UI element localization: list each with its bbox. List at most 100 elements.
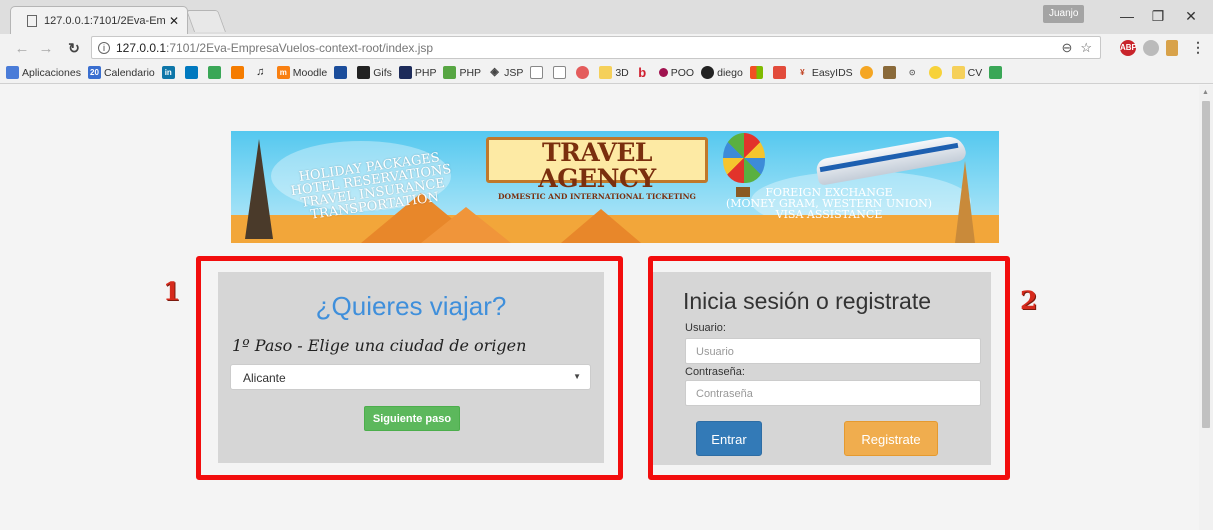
password-input[interactable]: Contraseña [685, 380, 981, 406]
gifs-icon [357, 66, 371, 79]
bookmark-diego[interactable]: diego [701, 66, 743, 79]
apps-icon [6, 66, 19, 79]
bookmark-moodle[interactable]: m Moodle [276, 66, 327, 79]
page-icon [553, 66, 567, 79]
folder-icon [951, 66, 965, 79]
login-title: Inicia sesión o registrate [683, 288, 932, 314]
linkedin-icon: in [161, 66, 175, 79]
bookmark[interactable] [772, 66, 789, 79]
bookmark-php[interactable]: PHP [443, 66, 481, 79]
b-icon: b [635, 66, 649, 79]
eiffel-tower-icon [245, 139, 273, 239]
new-tab-button[interactable] [185, 10, 227, 32]
annotation-number-1: 1 [163, 277, 181, 306]
moodle-icon: m [276, 66, 290, 79]
page-icon [530, 66, 544, 79]
adblock-icon[interactable]: ABP [1120, 40, 1137, 56]
forward-icon[interactable]: → [36, 40, 56, 57]
info-icon[interactable]: i [98, 41, 110, 54]
bookmark[interactable] [334, 66, 350, 79]
php-icon [443, 66, 457, 79]
dropdown-arrow-icon: ▼ [573, 372, 581, 381]
bookmark[interactable]: in [161, 66, 178, 79]
bookmark-calendario[interactable]: 20 Calendario [87, 66, 155, 79]
browser-tab[interactable]: 127.0.0.1:7101/2Eva-Emp ✕ [10, 6, 188, 34]
bookmark[interactable] [184, 66, 201, 79]
address-bar[interactable]: i 127.0.0.1 :7101/2Eva-EmpresaVuelos-con… [91, 36, 1101, 59]
bookmark-gifs[interactable]: Gifs [357, 66, 392, 79]
travel-agency-banner: HOLIDAY PACKAGES HOTEL RESERVATIONS TRAV… [231, 131, 999, 243]
easyids-icon: ¥ [795, 66, 809, 79]
bookmark[interactable] [989, 66, 1005, 79]
star-icon[interactable]: ☆ [1080, 40, 1092, 56]
trello-icon [184, 66, 198, 79]
tab-strip: 127.0.0.1:7101/2Eva-Emp ✕ Juanjo — ❐ ✕ [0, 0, 1213, 34]
menu-icon[interactable]: ⋮ [1190, 40, 1206, 56]
extension-icon[interactable] [1166, 40, 1178, 56]
bookmark-poo[interactable]: POO [658, 67, 694, 79]
bookmark[interactable] [576, 66, 592, 79]
php-icon [398, 66, 412, 79]
site-icon [701, 66, 715, 79]
back-icon[interactable]: ← [12, 40, 32, 57]
bookmark[interactable] [207, 66, 224, 79]
close-tab-icon[interactable]: ✕ [169, 14, 179, 28]
bookmark[interactable]: ♫ [253, 66, 270, 79]
close-window-icon[interactable]: ✕ [1176, 8, 1206, 25]
slides-icon [230, 66, 244, 79]
microsoft-icon [749, 66, 763, 79]
jsp-icon: ◈ [488, 66, 502, 79]
scroll-up-icon[interactable]: ▲ [1202, 89, 1209, 96]
reload-icon[interactable]: ↻ [64, 40, 84, 57]
register-button[interactable]: Registrate [844, 421, 938, 456]
restore-icon[interactable]: ❐ [1143, 8, 1173, 25]
bookmark-apps[interactable]: Aplicaciones [6, 66, 81, 79]
bookmark-php[interactable]: PHP [398, 66, 436, 79]
drive-icon [207, 66, 221, 79]
bookmark[interactable] [859, 66, 876, 79]
step-label: 1º Paso - Elige una ciudad de origen [232, 336, 527, 355]
bookmark[interactable] [928, 66, 945, 79]
agency-sign: TRAVEL AGENCY DOMESTIC AND INTERNATIONAL… [486, 137, 708, 201]
site-icon [576, 66, 590, 79]
smiley-icon [928, 66, 942, 79]
site-icon [882, 66, 896, 79]
bookmark[interactable] [882, 66, 899, 79]
zoom-icon[interactable]: ⊖ [1061, 40, 1072, 56]
travel-title: ¿Quieres viajar? [315, 291, 507, 321]
pisa-tower-icon [955, 161, 975, 243]
music-icon: ♫ [253, 66, 267, 79]
bookmark-easyids[interactable]: ¥ EasyIDS [795, 66, 853, 79]
bookmark[interactable] [530, 66, 546, 79]
annotation-number-2: 2 [1020, 286, 1038, 315]
login-panel: Inicia sesión o registrate Usuario: Usua… [653, 272, 991, 465]
next-step-button[interactable]: Siguiente paso [364, 406, 460, 431]
drive-icon [989, 66, 1003, 79]
profile-button[interactable]: Juanjo [1043, 5, 1085, 23]
origin-city-select[interactable]: Alicante ▼ [230, 364, 591, 390]
site-icon [772, 66, 786, 79]
vertical-scrollbar[interactable]: ▲ [1199, 85, 1213, 530]
bookmark[interactable]: ⊙ [905, 66, 922, 79]
bookmark[interactable] [749, 66, 766, 79]
bookmark-3d[interactable]: 3D [599, 66, 629, 79]
username-label: Usuario: [685, 322, 726, 334]
bookmarks-bar: Aplicaciones 20 Calendario in ♫ m Moodle G… [0, 62, 1213, 84]
folder-icon [599, 66, 613, 79]
bookmark[interactable]: b [635, 66, 652, 79]
url-host: 127.0.0.1 [116, 40, 167, 55]
login-button[interactable]: Entrar [696, 421, 762, 456]
minimize-icon[interactable]: — [1112, 8, 1142, 24]
scrollbar-thumb[interactable] [1202, 101, 1210, 428]
bookmark-jsp[interactable]: ◈ JSP [488, 66, 523, 79]
calendar-icon: 20 [87, 66, 101, 79]
extension-icon[interactable] [1143, 40, 1159, 56]
username-input[interactable]: Usuario [685, 338, 981, 364]
bookmark[interactable] [553, 66, 569, 79]
travel-panel: ¿Quieres viajar? 1º Paso - Elige una ciu… [218, 272, 604, 463]
page-content: HOLIDAY PACKAGES HOTEL RESERVATIONS TRAV… [0, 85, 1199, 530]
page-icon [27, 14, 37, 27]
hot-air-balloon-icon [723, 133, 765, 183]
bookmark-cv[interactable]: CV [951, 66, 982, 79]
bookmark[interactable] [230, 66, 247, 79]
